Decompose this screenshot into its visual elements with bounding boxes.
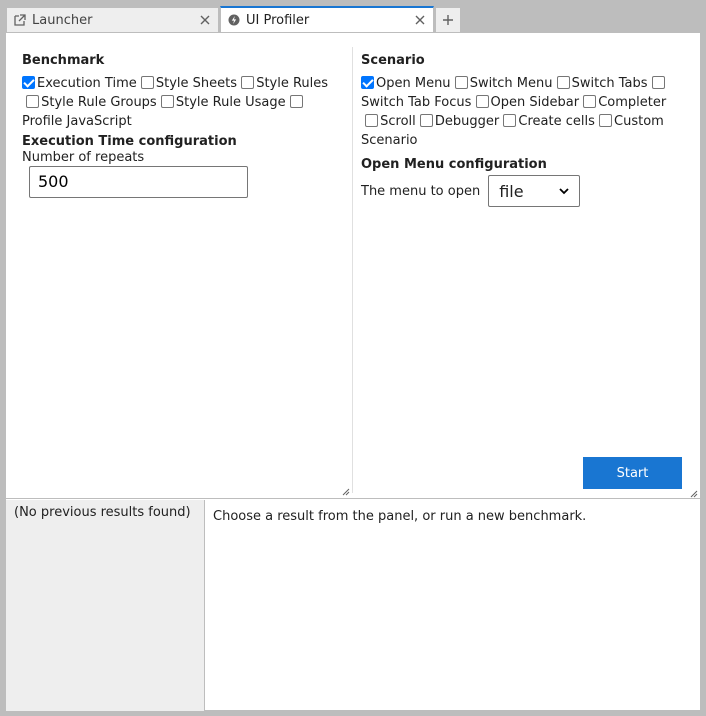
start-button[interactable]: Start: [583, 457, 682, 489]
checkbox[interactable]: [583, 95, 597, 108]
open-menu-config-heading: Open Menu configuration: [361, 157, 547, 172]
scenario-option-open-sidebar[interactable]: Open Sidebar: [475, 95, 579, 110]
tab-label: Launcher: [32, 12, 93, 28]
results-area: (No previous results found) Choose a res…: [6, 500, 700, 711]
checkbox[interactable]: [475, 95, 489, 108]
checkbox[interactable]: [503, 114, 517, 127]
tab-bar: Launcher UI Profiler: [6, 6, 700, 32]
benchmark-option-style-rules[interactable]: Style Rules: [241, 76, 328, 91]
tab-ui-profiler[interactable]: UI Profiler: [220, 6, 434, 32]
checkbox[interactable]: [419, 114, 433, 127]
no-results-text: (No previous results found): [14, 505, 191, 520]
resize-handle-icon[interactable]: [690, 490, 698, 498]
checkbox[interactable]: [26, 95, 40, 108]
scenario-option-completer[interactable]: Completer: [583, 95, 666, 110]
checkbox[interactable]: [361, 76, 374, 89]
repeats-label: Number of repeats: [22, 150, 145, 165]
launch-icon: [13, 13, 27, 27]
scenario-option-create-cells[interactable]: Create cells: [503, 114, 595, 129]
lightning-icon: [227, 13, 241, 27]
checkbox[interactable]: [365, 114, 379, 127]
scenario-option-debugger[interactable]: Debugger: [419, 114, 499, 129]
execution-time-config-heading: Execution Time configuration: [22, 134, 237, 149]
repeats-input[interactable]: 500: [29, 166, 248, 198]
checkbox[interactable]: [289, 95, 303, 108]
checkbox[interactable]: [454, 76, 468, 89]
scenario-option-switch-menu[interactable]: Switch Menu: [454, 76, 553, 91]
checkbox[interactable]: [241, 76, 255, 89]
result-detail-text: Choose a result from the panel, or run a…: [213, 509, 587, 524]
benchmark-option-execution-time[interactable]: Execution Time: [22, 76, 137, 91]
checkbox[interactable]: [22, 76, 35, 89]
scenario-heading: Scenario: [361, 53, 425, 68]
scenario-option-open-menu[interactable]: Open Menu: [361, 76, 451, 91]
profiler-panel: Benchmark Execution Time Style Sheets St…: [6, 32, 700, 711]
benchmark-options: Execution Time Style Sheets Style Rules …: [22, 74, 346, 131]
add-tab-button[interactable]: [435, 7, 461, 32]
scenario-options: Open Menu Switch Menu Switch Tabs Switch…: [361, 74, 691, 150]
tab-label: UI Profiler: [246, 12, 310, 28]
menu-select-row: The menu to open file: [361, 175, 691, 207]
tab-launcher[interactable]: Launcher: [6, 7, 219, 32]
checkbox[interactable]: [556, 76, 570, 89]
close-icon[interactable]: [413, 13, 427, 27]
benchmark-pane: Benchmark Execution Time Style Sheets St…: [22, 47, 346, 198]
scenario-option-switch-tabs[interactable]: Switch Tabs: [556, 76, 648, 91]
benchmark-option-style-rule-groups[interactable]: Style Rule Groups: [22, 95, 157, 110]
close-icon[interactable]: [198, 13, 212, 27]
menu-select[interactable]: file: [488, 175, 581, 207]
chevron-down-icon: [559, 187, 569, 194]
pane-divider[interactable]: [352, 47, 353, 493]
menu-select-value: file: [499, 181, 524, 201]
checkbox[interactable]: [651, 76, 665, 89]
scenario-option-scroll[interactable]: Scroll: [361, 114, 416, 129]
checkbox[interactable]: [160, 95, 174, 108]
menu-label: The menu to open: [361, 183, 481, 199]
checkbox[interactable]: [140, 76, 154, 89]
configuration-area: Benchmark Execution Time Style Sheets St…: [6, 33, 700, 499]
benchmark-heading: Benchmark: [22, 53, 105, 68]
results-list[interactable]: (No previous results found): [6, 500, 205, 711]
resize-handle-icon[interactable]: [342, 488, 350, 496]
scenario-pane: Scenario Open Menu Switch Menu Switch Ta…: [361, 47, 691, 207]
benchmark-option-style-rule-usage[interactable]: Style Rule Usage: [160, 95, 286, 110]
plus-icon: [443, 15, 453, 25]
checkbox[interactable]: [599, 114, 613, 127]
benchmark-option-style-sheets[interactable]: Style Sheets: [140, 76, 237, 91]
